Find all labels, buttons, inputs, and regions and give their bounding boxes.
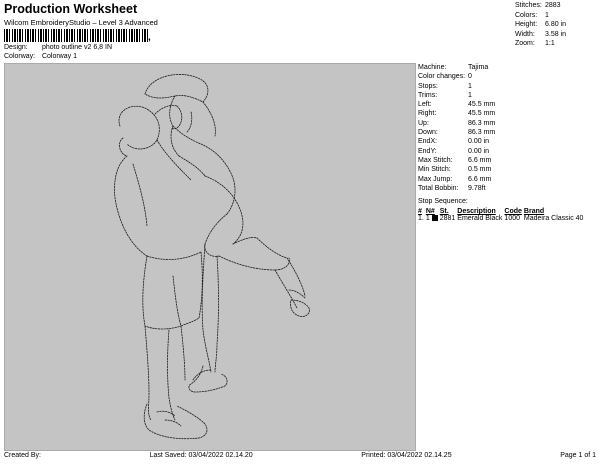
info-right: Right: 45.5 mm [418, 109, 495, 118]
info-label: Machine: [418, 64, 447, 71]
stop-sequence-title: Stop Sequence: [418, 198, 468, 205]
info-total-bobbin: Total Bobbin: 9.78ft [418, 184, 495, 193]
stat-stitches: Stitches: 2883 [515, 1, 566, 11]
info-label: Total Bobbin: [418, 184, 459, 192]
row-num: 1. [418, 215, 424, 222]
stat-label: Stitches: [515, 2, 542, 9]
stop-sequence-table: # N# St. Description Code Brand 1. 1 288… [418, 208, 585, 222]
stat-value: 1:1 [545, 40, 555, 48]
table-row: 1. 1 2881 Emerald Black 1000 Madeira Cla… [418, 215, 585, 222]
info-left: Left: 45.5 mm [418, 100, 495, 109]
info-value: 45.5 mm [468, 110, 496, 118]
row-n: 1 [426, 215, 440, 222]
info-label: Down: [418, 129, 438, 137]
colorway-label: Colorway: [4, 53, 36, 60]
stat-value: 2883 [545, 2, 561, 9]
info-trims: Trims: 1 [418, 91, 495, 100]
design-row: Design: photo outline v2 6,8 IN [4, 44, 112, 51]
info-value: 9.78ft [468, 184, 486, 192]
col-header-st: St. [439, 208, 449, 215]
info-endy: EndY: 0.00 in [418, 147, 495, 156]
machine-info-panel: Machine: Tajima Color changes: 0 Stops: 1 T… [418, 63, 495, 193]
info-up: Up: 86.3 mm [418, 119, 495, 128]
info-value: 0.00 in [468, 138, 490, 146]
info-label: Max Stitch: [418, 156, 453, 164]
info-value: 1 [468, 91, 472, 99]
info-label: Up: [418, 119, 429, 127]
stat-value: 3.58 in [545, 30, 567, 38]
stat-height: Height: 6.80 in [515, 20, 566, 30]
info-endx: EndX: 0.00 in [418, 137, 495, 146]
col-header-description: Description [457, 208, 496, 215]
col-header-brand: Brand [523, 208, 545, 215]
info-label: Stops: [418, 82, 438, 90]
design-label: Design: [4, 44, 28, 51]
color-swatch [431, 215, 438, 222]
barcode [4, 29, 148, 42]
stat-label: Colors: [515, 11, 538, 19]
info-label: Left: [418, 101, 432, 109]
info-label: Color changes: [418, 73, 466, 81]
info-label: Min Stitch: [418, 166, 451, 174]
info-value: 86.3 mm [468, 129, 496, 137]
software-subtitle: Wilcom EmbroideryStudio – Level 3 Advanc… [4, 18, 158, 27]
info-down: Down: 86.3 mm [418, 128, 495, 137]
stat-value: 1 [545, 11, 549, 19]
info-max-jump: Max Jump: 6.6 mm [418, 175, 495, 184]
stat-label: Width: [515, 30, 535, 38]
info-value: 6.6 mm [468, 156, 492, 164]
info-value: 0.5 mm [468, 166, 492, 174]
design-value: photo outline v2 6,8 IN [41, 44, 113, 51]
info-machine: Machine: Tajima [418, 63, 495, 72]
colorway-value: Colorway 1 [41, 53, 77, 60]
info-value: 0 [468, 73, 472, 81]
col-header-num: # [418, 208, 422, 215]
row-brand: Madeira Classic 40 [523, 215, 584, 222]
info-label: EndY: [418, 147, 437, 155]
info-value: 86.3 mm [468, 119, 496, 127]
design-preview-canvas[interactable] [4, 63, 416, 451]
col-header-code: Code [504, 208, 522, 215]
row-st: 2881 [439, 215, 456, 222]
info-value: 0.00 in [468, 147, 490, 155]
table-header-row: # N# St. Description Code Brand [418, 208, 585, 215]
stat-value: 6.80 in [545, 21, 567, 29]
printed-date: Printed: 03/04/2022 02.14.25 [361, 452, 452, 459]
created-by: Created By: [4, 452, 41, 459]
info-label: EndX: [418, 138, 438, 146]
info-label: Max Jump: [418, 175, 453, 183]
page-number: Page 1 of 1 [560, 452, 596, 459]
info-value: 6.6 mm [468, 175, 492, 183]
info-min-stitch: Min Stitch: 0.5 mm [418, 165, 495, 174]
info-color-changes: Color changes: 0 [418, 72, 495, 81]
stat-width: Width: 3.58 in [515, 30, 566, 40]
row-description: Emerald Black [457, 215, 503, 222]
last-saved: Last Saved: 03/04/2022 02.14.20 [149, 452, 253, 459]
stat-zoom: Zoom: 1:1 [515, 39, 566, 49]
barcode-tail: , [148, 32, 151, 43]
stat-label: Height: [515, 21, 538, 29]
info-value: 45.5 mm [468, 101, 496, 109]
stats-panel: Stitches: 2883 Colors: 1 Height: 6.80 in Wi… [515, 1, 566, 49]
row-code: 1000 [504, 215, 520, 222]
info-label: Trims: [418, 91, 438, 99]
stat-label: Zoom: [515, 40, 535, 48]
page-title: Production Worksheet [4, 2, 138, 16]
info-label: Right: [418, 110, 437, 118]
embroidery-outline-image [114, 74, 310, 440]
row-n-value: 1 [425, 215, 430, 222]
info-value: Tajima [468, 64, 489, 71]
footer: Created By: Last Saved: 03/04/2022 02.14… [4, 452, 596, 459]
colorway-row: Colorway: Colorway 1 [4, 53, 77, 60]
info-value: 1 [468, 82, 472, 90]
info-stops: Stops: 1 [418, 82, 495, 91]
info-max-stitch: Max Stitch: 6.6 mm [418, 156, 495, 165]
stat-colors: Colors: 1 [515, 11, 566, 21]
col-header-n: N# [425, 208, 435, 215]
